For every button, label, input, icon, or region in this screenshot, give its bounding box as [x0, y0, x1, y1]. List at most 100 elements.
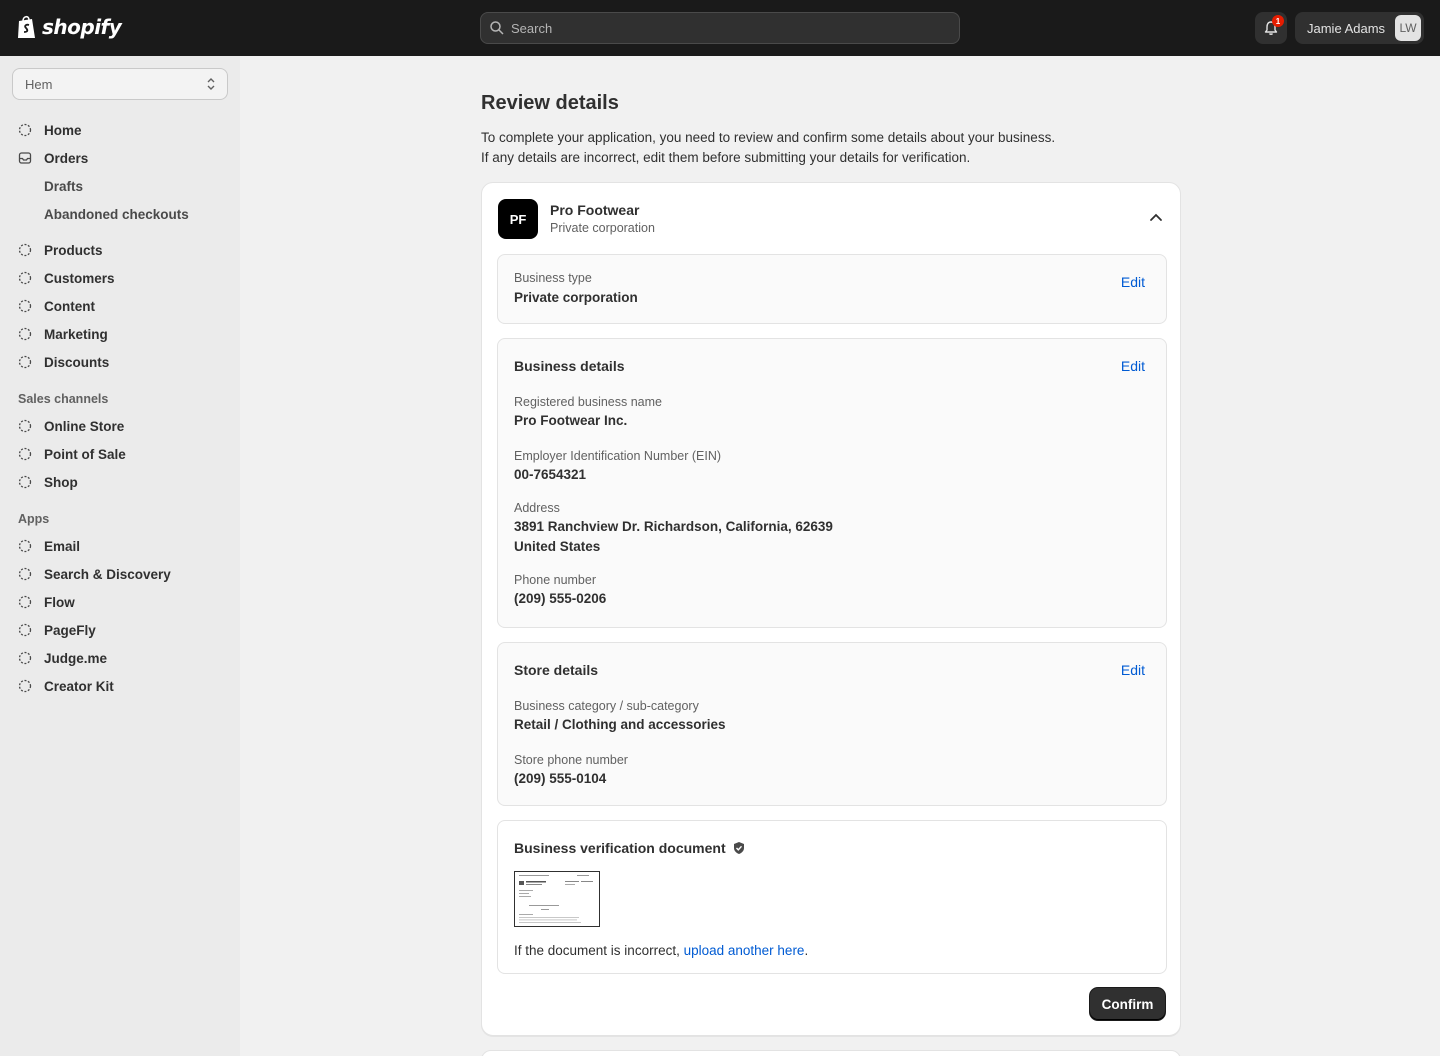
sidebar: Hem Home Orders Drafts Abandoned checkou…	[0, 56, 240, 1056]
sidebar-item-creator-kit[interactable]: Creator Kit	[18, 674, 114, 698]
sidebar-item-label: Flow	[44, 594, 75, 610]
sidebar-item-discounts[interactable]: Discounts	[18, 350, 109, 374]
business-details-section: Business details Edit Registered busines…	[497, 338, 1167, 628]
sidebar-item-flow[interactable]: Flow	[18, 590, 75, 614]
document-thumbnail[interactable]	[514, 871, 600, 927]
sidebar-item-marketing[interactable]: Marketing	[18, 322, 108, 346]
business-details-title: Business details	[514, 358, 625, 374]
chevron-up-down-icon	[207, 78, 215, 90]
top-bar: shopify 1 Jamie Adams LW	[0, 0, 1440, 56]
shopify-bag-icon	[18, 15, 35, 38]
store-selector[interactable]: Hem	[12, 68, 228, 100]
category-value: Retail / Clothing and accessories	[514, 717, 726, 732]
content-icon	[18, 299, 32, 313]
sales-channels-heading[interactable]: Sales channels	[18, 392, 108, 406]
sidebar-item-label: Products	[44, 242, 103, 258]
document-preview-image	[519, 875, 593, 923]
search-icon	[490, 21, 504, 35]
document-note-suffix: .	[804, 943, 809, 958]
online-store-icon	[18, 419, 32, 433]
company-name: Pro Footwear	[550, 202, 640, 218]
sidebar-item-label: Home	[44, 122, 82, 138]
store-details-section: Store details Edit Business category / s…	[497, 642, 1167, 806]
edit-business-type-button[interactable]: Edit	[1121, 274, 1145, 290]
sidebar-item-point-of-sale[interactable]: Point of Sale	[18, 442, 126, 466]
search-input[interactable]	[511, 20, 931, 36]
sidebar-item-label: Online Store	[44, 418, 125, 434]
user-menu-button[interactable]: Jamie Adams LW	[1295, 12, 1424, 44]
sidebar-item-label: Content	[44, 298, 95, 314]
next-card	[481, 1050, 1181, 1056]
sidebar-item-pagefly[interactable]: PageFly	[18, 618, 96, 642]
shopify-logo[interactable]: shopify	[16, 14, 122, 40]
sidebar-item-search-discovery[interactable]: Search & Discovery	[18, 562, 171, 586]
sidebar-item-label: Email	[44, 538, 81, 554]
sidebar-item-label: Search & Discovery	[44, 566, 171, 582]
phone-label: Phone number	[514, 573, 597, 587]
ein-label: Employer Identification Number (EIN)	[514, 449, 722, 463]
sidebar-item-label: Orders	[44, 150, 89, 166]
document-note-prefix: If the document is incorrect,	[514, 943, 680, 958]
apps-heading[interactable]: Apps	[18, 512, 49, 526]
sidebar-item-label: Discounts	[44, 354, 110, 370]
sidebar-item-label: Shop	[44, 474, 78, 490]
sidebar-subitem-abandoned-checkouts[interactable]: Abandoned checkouts	[44, 202, 189, 226]
marketing-icon	[18, 327, 32, 341]
verified-shield-icon	[733, 842, 744, 854]
notification-badge: 1	[1272, 15, 1284, 27]
sidebar-item-judge-me[interactable]: Judge.me	[18, 646, 107, 670]
address-label: Address	[514, 501, 560, 515]
registered-name-label: Registered business name	[514, 395, 662, 409]
intro-text: To complete your application, you need t…	[481, 128, 1181, 168]
registered-name-value: Pro Footwear Inc.	[514, 413, 628, 428]
logo-text: shopify	[42, 15, 122, 39]
sidebar-item-email[interactable]: Email	[18, 534, 80, 558]
sidebar-item-shop[interactable]: Shop	[18, 470, 78, 494]
sidebar-item-orders[interactable]: Orders	[18, 146, 88, 170]
business-type-section: Business type Private corporation Edit	[497, 254, 1167, 324]
address-line2: United States	[514, 539, 601, 554]
email-app-icon	[18, 539, 32, 553]
store-details-title: Store details	[514, 662, 599, 678]
customers-icon	[18, 271, 32, 285]
address-line1: 3891 Ranchview Dr. Richardson, Californi…	[514, 519, 833, 534]
discounts-icon	[18, 355, 32, 369]
business-type-label: Business type	[514, 271, 592, 285]
verification-document-section: Business verification document If the do…	[497, 820, 1167, 974]
edit-business-details-button[interactable]: Edit	[1121, 358, 1145, 374]
home-icon	[18, 123, 32, 137]
upload-document-link[interactable]: upload another here	[684, 943, 805, 958]
chevron-up-icon[interactable]	[1148, 211, 1164, 223]
notifications-button[interactable]: 1	[1255, 12, 1287, 44]
confirm-button[interactable]: Confirm	[1090, 988, 1165, 1020]
company-avatar: PF	[498, 199, 538, 239]
store-phone-label: Store phone number	[514, 753, 628, 767]
company-type: Private corporation	[550, 221, 655, 235]
sidebar-item-online-store[interactable]: Online Store	[18, 414, 124, 438]
business-review-card: PF Pro Footwear Private corporation Busi…	[481, 182, 1181, 1036]
sidebar-subitem-drafts[interactable]: Drafts	[44, 174, 83, 198]
inbox-icon	[18, 152, 32, 164]
shop-icon	[18, 475, 32, 489]
pagefly-app-icon	[18, 623, 32, 637]
point-of-sale-icon	[18, 447, 32, 461]
sidebar-item-label: Point of Sale	[44, 446, 126, 462]
edit-store-details-button[interactable]: Edit	[1121, 662, 1145, 678]
ein-value: 00-7654321	[514, 467, 587, 482]
store-name: Hem	[25, 76, 53, 92]
verification-title-row: Business verification document	[514, 840, 746, 856]
flow-app-icon	[18, 595, 32, 609]
sidebar-item-customers[interactable]: Customers	[18, 266, 115, 290]
sidebar-item-products[interactable]: Products	[18, 238, 103, 262]
sidebar-item-content[interactable]: Content	[18, 294, 95, 318]
store-phone-value: (209) 555-0104	[514, 771, 607, 786]
page-title: Review details	[481, 92, 619, 114]
judge-me-app-icon	[18, 651, 32, 665]
business-type-value: Private corporation	[514, 290, 638, 305]
avatar: LW	[1395, 15, 1421, 41]
intro-line: If any details are incorrect, edit them …	[481, 150, 971, 165]
intro-line: To complete your application, you need t…	[481, 130, 1056, 145]
document-note: If the document is incorrect, upload ano…	[514, 943, 808, 958]
search-bar[interactable]	[480, 12, 960, 44]
sidebar-item-home[interactable]: Home	[18, 118, 82, 142]
